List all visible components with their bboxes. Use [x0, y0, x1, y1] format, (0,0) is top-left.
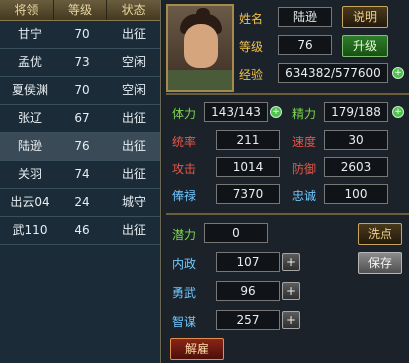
valor-plus-button[interactable]: + [282, 282, 300, 300]
valor-label: 勇武 [172, 286, 197, 300]
strategy-value: 257 [216, 310, 280, 330]
exp-plus-icon[interactable]: + [392, 67, 404, 79]
info-button[interactable]: 说明 [342, 6, 388, 28]
politics-plus-button[interactable]: + [282, 253, 300, 271]
level-label: 等级 [239, 40, 264, 54]
speed-label: 速度 [292, 135, 317, 149]
lead-label: 统率 [172, 135, 197, 149]
row-name: 陆逊 [17, 139, 42, 153]
row-name: 甘宁 [17, 27, 42, 41]
dismiss-button[interactable]: 解雇 [170, 338, 224, 360]
row-level: 46 [74, 223, 90, 237]
roster-row[interactable]: 关羽 74 出征 [0, 161, 160, 189]
salary-value: 7370 [216, 184, 280, 204]
portrait-hair-bun [196, 8, 210, 20]
row-level: 67 [74, 111, 90, 125]
salary-label: 俸禄 [172, 189, 197, 203]
name-value: 陆逊 [278, 7, 332, 27]
atk-value: 1014 [216, 157, 280, 177]
hp-label: 体力 [172, 107, 197, 121]
row-name: 夏侯渊 [11, 83, 48, 97]
def-label: 防御 [292, 162, 317, 176]
roster-row[interactable]: 孟优 73 空闲 [0, 49, 160, 77]
header-status: 状态 [121, 3, 146, 17]
loyalty-label: 忠诚 [292, 189, 317, 203]
roster-row[interactable]: 甘宁 70 出征 [0, 21, 160, 49]
potential-label: 潜力 [172, 228, 197, 242]
level-value: 76 [278, 35, 332, 55]
divider [166, 93, 409, 95]
exp-value: 634382/577600 [278, 63, 388, 83]
row-level: 70 [74, 27, 90, 41]
strategy-label: 智谋 [172, 315, 197, 329]
row-status: 出征 [121, 139, 146, 153]
hp-value: 143/143 [204, 102, 268, 122]
row-status: 空闲 [121, 55, 146, 69]
portrait-face [184, 24, 218, 68]
sp-value: 179/188 [324, 102, 388, 122]
lead-value: 211 [216, 130, 280, 150]
general-portrait [166, 4, 234, 92]
row-name: 武110 [12, 223, 48, 237]
save-button[interactable]: 保存 [358, 252, 402, 274]
roster-row[interactable]: 武110 46 出征 [0, 217, 160, 245]
roster-list: 甘宁 70 出征 孟优 73 空闲 夏侯渊 70 空闲 张辽 67 出征 陆逊 [0, 21, 160, 245]
valor-value: 96 [216, 281, 280, 301]
roster-row-selected[interactable]: 陆逊 76 出征 [0, 133, 160, 161]
row-level: 70 [74, 83, 90, 97]
reset-points-button[interactable]: 洗点 [358, 223, 402, 245]
row-name: 张辽 [17, 111, 42, 125]
row-status: 出征 [121, 111, 146, 125]
hp-plus-icon[interactable]: + [270, 106, 282, 118]
politics-value: 107 [216, 252, 280, 272]
header-level: 等级 [54, 0, 108, 20]
exp-label: 经验 [239, 68, 264, 82]
row-name: 关羽 [17, 167, 42, 181]
row-status: 城守 [121, 195, 146, 209]
name-label: 姓名 [239, 12, 264, 26]
sp-label: 精力 [292, 107, 317, 121]
divider [166, 213, 409, 215]
roster-row[interactable]: 出云04 24 城守 [0, 189, 160, 217]
row-status: 出征 [121, 223, 146, 237]
roster-row[interactable]: 张辽 67 出征 [0, 105, 160, 133]
row-level: 74 [74, 167, 90, 181]
speed-value: 30 [324, 130, 388, 150]
upgrade-button[interactable]: 升级 [342, 35, 388, 57]
atk-label: 攻击 [172, 162, 197, 176]
politics-label: 内政 [172, 257, 197, 271]
row-level: 73 [74, 55, 90, 69]
row-status: 出征 [121, 167, 146, 181]
roster-row[interactable]: 夏侯渊 70 空闲 [0, 77, 160, 105]
portrait-collar [168, 70, 232, 90]
row-level: 76 [74, 139, 90, 153]
loyalty-value: 100 [324, 184, 388, 204]
potential-value: 0 [204, 223, 268, 243]
sp-plus-icon[interactable]: + [392, 106, 404, 118]
roster-header: 将领 等级 状态 [0, 0, 160, 21]
general-roster: 将领 等级 状态 甘宁 70 出征 孟优 73 空闲 夏侯渊 70 空闲 张辽 … [0, 0, 161, 363]
row-status: 出征 [121, 27, 146, 41]
header-name: 将领 [0, 0, 54, 20]
row-name: 出云04 [10, 195, 50, 209]
row-status: 空闲 [121, 83, 146, 97]
row-level: 24 [74, 195, 90, 209]
game-window: 将领 等级 状态 甘宁 70 出征 孟优 73 空闲 夏侯渊 70 空闲 张辽 … [0, 0, 409, 363]
row-name: 孟优 [17, 55, 42, 69]
strategy-plus-button[interactable]: + [282, 311, 300, 329]
def-value: 2603 [324, 157, 388, 177]
